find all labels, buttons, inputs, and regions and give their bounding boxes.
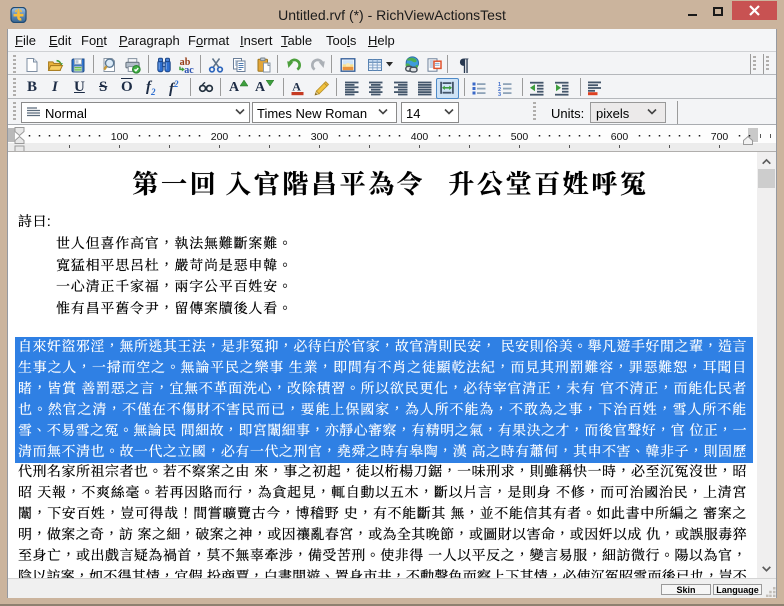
svg-text:700: 700 (711, 131, 729, 143)
svg-text:3: 3 (498, 92, 501, 96)
svg-text:100: 100 (111, 131, 129, 143)
svg-text:400: 400 (411, 131, 429, 143)
svg-text:200: 200 (211, 131, 229, 143)
svg-text:500: 500 (511, 131, 529, 143)
svg-text:A: A (292, 80, 301, 94)
svg-text:ac: ac (184, 65, 194, 74)
svg-text:600: 600 (611, 131, 629, 143)
svg-text:300: 300 (311, 131, 329, 143)
svg-text:¶: ¶ (459, 57, 469, 73)
